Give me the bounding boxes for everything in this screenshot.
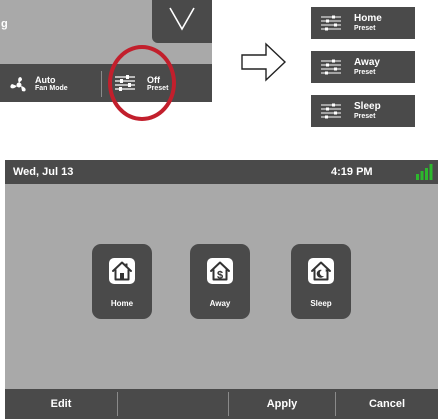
sliders-icon [321, 103, 341, 119]
preset-option-label: Preset [354, 113, 376, 120]
svg-text:★: ★ [325, 268, 330, 274]
bar-divider [117, 392, 118, 416]
chevron-down-icon [169, 7, 195, 31]
fan-mode-button[interactable]: Auto Fan Mode [35, 75, 68, 93]
signal-bars-icon [416, 164, 433, 180]
status-bar: Wed, Jul 13 4:19 PM [5, 160, 438, 184]
preset-option-away[interactable]: Away Preset [311, 51, 415, 83]
preset-option-sleep[interactable]: Sleep Preset [311, 95, 415, 127]
preset-option-value: Home [354, 13, 382, 24]
house-moon-icon: ★ [308, 258, 334, 284]
sliders-icon [321, 15, 341, 31]
preset-tile-label: Sleep [310, 299, 332, 308]
sliders-icon [321, 59, 341, 75]
arrow-right-icon [241, 42, 287, 82]
preset-tile-sleep[interactable]: ★ Sleep [291, 244, 351, 319]
preset-option-label: Preset [354, 25, 376, 32]
house-dollar-icon: $ [207, 258, 233, 284]
preset-tile-label: Away [209, 299, 231, 308]
fan-mode-label: Fan Mode [35, 85, 68, 92]
preset-tile-away[interactable]: $ Away [190, 244, 250, 319]
preset-option-value: Sleep [354, 101, 381, 112]
fan-mode-value: Auto [35, 75, 56, 85]
preset-tile-home[interactable]: Home [92, 244, 152, 319]
fan-icon [10, 77, 26, 92]
svg-text:$: $ [217, 270, 223, 282]
house-icon [109, 258, 135, 284]
cancel-button[interactable]: Cancel [336, 389, 438, 419]
bar-divider [101, 71, 102, 97]
bottom-action-bar: Edit Apply Cancel [5, 389, 438, 419]
preset-tile-label: Home [110, 299, 134, 308]
collapse-button[interactable] [152, 0, 212, 43]
crop-control-bar: Auto Fan Mode Off Preset [0, 64, 212, 102]
edit-button[interactable]: Edit [5, 389, 117, 419]
apply-button[interactable]: Apply [229, 389, 335, 419]
status-time: 4:19 PM [331, 166, 373, 178]
preset-selection-screen: Wed, Jul 13 4:19 PM Home $ Away ★ Sleep … [5, 160, 438, 419]
preset-option-value: Away [354, 57, 380, 68]
status-date: Wed, Jul 13 [13, 166, 74, 178]
highlight-circle [108, 45, 176, 121]
thermostat-crop: g Auto Fan Mode Off Preset [0, 0, 212, 102]
crop-title-fragment: g [1, 18, 8, 30]
preset-option-home[interactable]: Home Preset [311, 7, 415, 39]
preset-option-label: Preset [354, 69, 376, 76]
